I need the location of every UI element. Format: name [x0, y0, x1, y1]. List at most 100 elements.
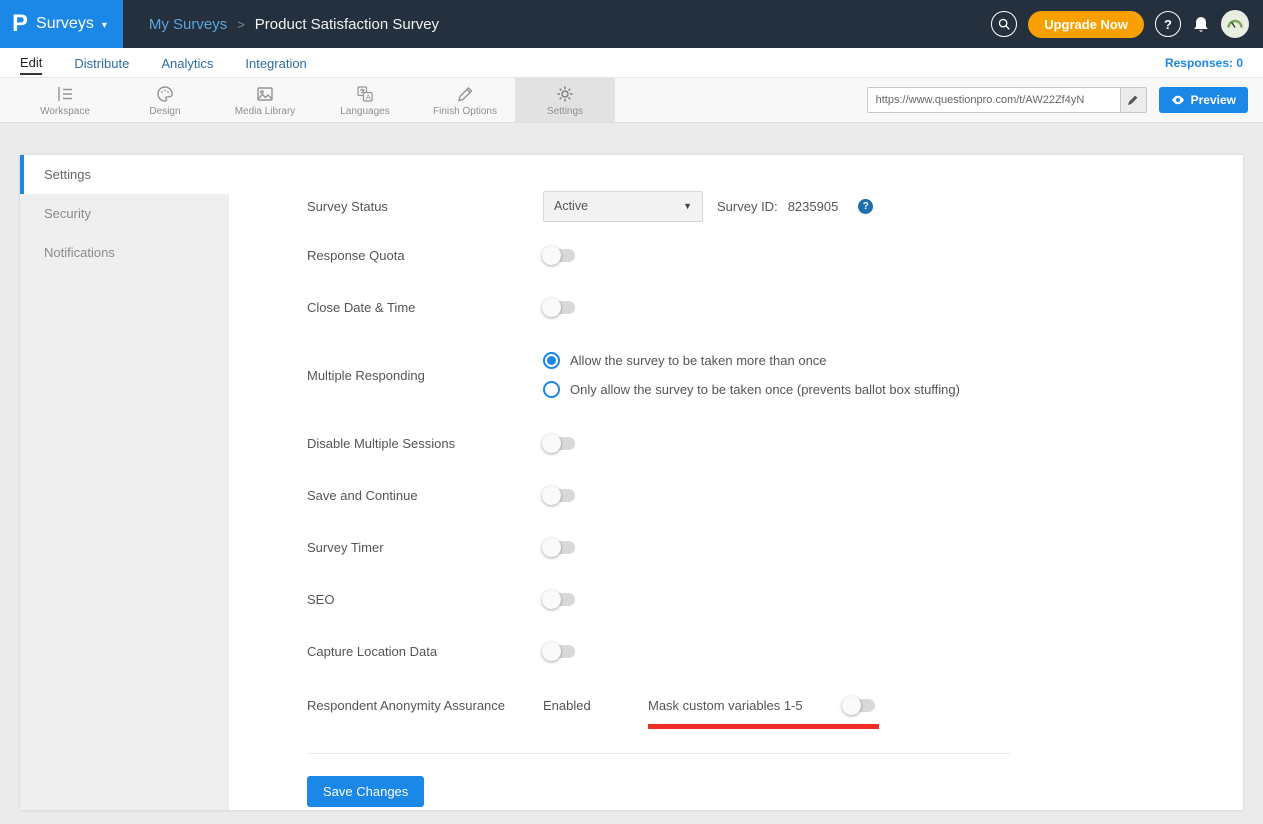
toolbar-item-languages[interactable]: A Languages	[315, 78, 415, 122]
survey-id-value: 8235905	[788, 199, 839, 214]
media-library-icon	[255, 84, 275, 104]
toolbar-item-label: Workspace	[40, 106, 90, 117]
mask-custom-variables-label: Mask custom variables 1-5	[648, 698, 803, 713]
search-icon	[997, 17, 1011, 31]
preview-button-label: Preview	[1191, 93, 1236, 107]
questionpro-logo: P	[12, 12, 28, 36]
tab-integration[interactable]: Integration	[245, 51, 306, 74]
breadcrumb-my-surveys[interactable]: My Surveys	[149, 16, 227, 33]
toggle-knob	[542, 246, 561, 265]
help-icon: ?	[1164, 17, 1172, 32]
breadcrumb: My Surveys > Product Satisfaction Survey	[149, 16, 439, 33]
disable-multiple-sessions-label: Disable Multiple Sessions	[307, 436, 543, 451]
row-survey-status: Survey Status Active ▼ Survey ID: 823590…	[307, 183, 1243, 229]
topbar-actions: Upgrade Now ?	[991, 10, 1263, 38]
help-button[interactable]: ?	[1155, 11, 1181, 37]
row-response-quota: Response Quota	[307, 229, 1243, 281]
tab-analytics[interactable]: Analytics	[161, 51, 213, 74]
settings-form: Survey Status Active ▼ Survey ID: 823590…	[229, 155, 1243, 810]
search-button[interactable]	[991, 11, 1017, 37]
radio-allow-multiple-label: Allow the survey to be taken more than o…	[570, 353, 827, 368]
row-seo: SEO	[307, 573, 1243, 625]
toolbar-item-finish-options[interactable]: Finish Options	[415, 78, 515, 122]
toolbar-item-media-library[interactable]: Media Library	[215, 78, 315, 122]
svg-text:A: A	[366, 92, 371, 101]
toggle-knob	[542, 298, 561, 317]
eye-icon	[1171, 95, 1185, 105]
toolbar-item-label: Settings	[547, 106, 583, 117]
radio-option-multiple: Allow the survey to be taken more than o…	[543, 352, 960, 369]
seo-toggle[interactable]	[543, 593, 575, 606]
save-and-continue-label: Save and Continue	[307, 488, 543, 503]
row-multiple-responding: Multiple Responding Allow the survey to …	[307, 333, 1243, 417]
toggle-knob	[542, 486, 561, 505]
breadcrumb-separator: >	[237, 17, 245, 32]
row-save-and-continue: Save and Continue	[307, 469, 1243, 521]
save-and-continue-toggle[interactable]	[543, 489, 575, 502]
pencil-icon	[1127, 94, 1139, 106]
bell-icon	[1192, 15, 1210, 34]
toggle-knob	[842, 696, 861, 715]
row-disable-multiple-sessions: Disable Multiple Sessions	[307, 417, 1243, 469]
response-quota-label: Response Quota	[307, 248, 543, 263]
multiple-responding-options: Allow the survey to be taken more than o…	[543, 352, 960, 398]
settings-icon	[555, 84, 575, 104]
survey-timer-label: Survey Timer	[307, 540, 543, 555]
survey-status-value: Active	[554, 199, 588, 213]
survey-url-box	[867, 87, 1147, 113]
workspace-icon	[54, 84, 76, 104]
toolbar-item-label: Finish Options	[433, 106, 497, 117]
toggle-knob	[542, 642, 561, 661]
toggle-knob	[542, 434, 561, 453]
row-respondent-anonymity: Respondent Anonymity Assurance Enabled M…	[307, 677, 1243, 733]
row-capture-location-data: Capture Location Data	[307, 625, 1243, 677]
response-quota-toggle[interactable]	[543, 249, 575, 262]
survey-status-dropdown[interactable]: Active ▼	[543, 191, 703, 222]
main-area: Settings Security Notifications Survey S…	[0, 123, 1263, 810]
notifications-button[interactable]	[1192, 15, 1210, 34]
avatar-gauge-image	[1222, 11, 1248, 37]
multiple-responding-label: Multiple Responding	[307, 368, 543, 383]
mask-custom-variables-group: Mask custom variables 1-5	[648, 698, 875, 713]
row-close-date-time: Close Date & Time	[307, 281, 1243, 333]
toolbar-right: Preview	[867, 78, 1263, 122]
save-changes-button[interactable]: Save Changes	[307, 776, 424, 807]
disable-multiple-sessions-toggle[interactable]	[543, 437, 575, 450]
toolbar-item-label: Design	[149, 106, 180, 117]
sidebar-item-notifications[interactable]: Notifications	[20, 233, 229, 272]
toolbar-item-workspace[interactable]: Workspace	[15, 78, 115, 122]
edit-url-button[interactable]	[1120, 88, 1146, 112]
responses-count[interactable]: Responses: 0	[1165, 56, 1243, 70]
app-switcher-menu[interactable]: P Surveys ▾	[0, 0, 123, 48]
toolbar-item-settings[interactable]: Settings	[515, 78, 615, 122]
radio-allow-multiple[interactable]	[543, 352, 560, 369]
tab-distribute[interactable]: Distribute	[74, 51, 129, 74]
sidebar-item-settings[interactable]: Settings	[20, 155, 229, 194]
sidebar-item-security[interactable]: Security	[20, 194, 229, 233]
survey-timer-toggle[interactable]	[543, 541, 575, 554]
settings-card: Settings Security Notifications Survey S…	[20, 155, 1243, 810]
capture-location-data-toggle[interactable]	[543, 645, 575, 658]
edit-toolbar: Workspace Design Media Library A Languag…	[0, 78, 1263, 123]
form-divider	[307, 753, 1010, 754]
capture-location-data-label: Capture Location Data	[307, 644, 543, 659]
avatar[interactable]	[1221, 10, 1249, 38]
upgrade-now-button[interactable]: Upgrade Now	[1028, 11, 1144, 38]
settings-sidebar: Settings Security Notifications	[20, 155, 229, 810]
mask-custom-variables-toggle[interactable]	[843, 699, 875, 712]
breadcrumb-current-survey: Product Satisfaction Survey	[255, 16, 439, 33]
preview-button[interactable]: Preview	[1159, 87, 1248, 113]
survey-id-label: Survey ID:	[717, 199, 778, 214]
toggle-knob	[542, 538, 561, 557]
anonymity-status: Enabled	[543, 698, 648, 713]
survey-url-input[interactable]	[868, 88, 1120, 112]
survey-tabs: Edit Distribute Analytics Integration Re…	[0, 48, 1263, 78]
languages-icon: A	[355, 84, 375, 104]
toolbar-item-label: Languages	[340, 106, 390, 117]
toolbar-item-design[interactable]: Design	[115, 78, 215, 122]
close-date-time-toggle[interactable]	[543, 301, 575, 314]
survey-id-help-icon[interactable]: ?	[858, 199, 873, 214]
tab-edit[interactable]: Edit	[20, 50, 42, 75]
chevron-down-icon: ▾	[102, 20, 107, 31]
radio-allow-once[interactable]	[543, 381, 560, 398]
